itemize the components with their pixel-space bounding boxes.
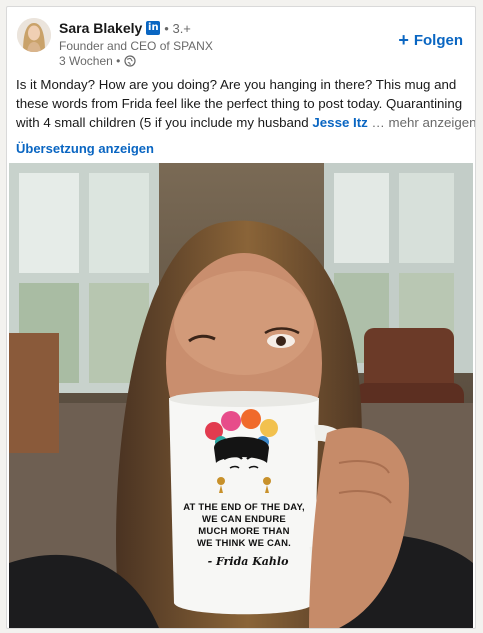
post-header: Sara Blakely in • 3.+ Founder and CEO of…	[7, 7, 475, 71]
post-text-line: these words from Frida feel like the per…	[16, 96, 463, 111]
post-text: Is it Monday? How are you doing? Are you…	[16, 75, 475, 132]
mug-quote-line: WE CAN ENDURE	[202, 514, 286, 525]
post-timestamp: 3 Wochen •	[59, 54, 121, 68]
author-avatar[interactable]	[17, 18, 51, 52]
post-text-segment: with 4 small children (5 if you include …	[16, 115, 309, 130]
author-name-row: Sara Blakely in • 3.+	[59, 19, 191, 37]
plus-icon: +	[398, 30, 409, 50]
linkedin-badge-icon: in	[146, 21, 161, 35]
mug-quote-line: MUCH MORE THAN	[198, 526, 290, 537]
mug-signature: - Frida Kahlo	[207, 555, 289, 568]
show-translation-link[interactable]: Übersetzung anzeigen	[16, 141, 154, 156]
feed-post-card: Sara Blakely in • 3.+ Founder and CEO of…	[6, 6, 476, 629]
mention-link[interactable]: Jesse Itz	[312, 115, 367, 130]
mug-quote-line: WE THINK WE CAN.	[197, 538, 291, 549]
post-text-line: Is it Monday? How are you doing? Are you…	[16, 77, 457, 92]
follow-button[interactable]: + Folgen	[398, 31, 463, 49]
post-text-line-last: with 4 small children (5 if you include …	[16, 113, 475, 132]
follow-label: Folgen	[413, 31, 463, 49]
post-meta: 3 Wochen •	[59, 54, 136, 68]
see-more-link[interactable]: … mehr anzeigen	[372, 115, 475, 130]
connection-degree: • 3.+	[164, 20, 191, 36]
globe-icon	[124, 55, 136, 67]
author-headline: Founder and CEO of SPANX	[59, 39, 213, 53]
mug-quote: AT THE END OF THE DAY, WE CAN ENDURE MUC…	[179, 502, 309, 550]
mug-quote-line: AT THE END OF THE DAY,	[183, 502, 305, 513]
author-name[interactable]: Sara Blakely	[59, 20, 142, 36]
